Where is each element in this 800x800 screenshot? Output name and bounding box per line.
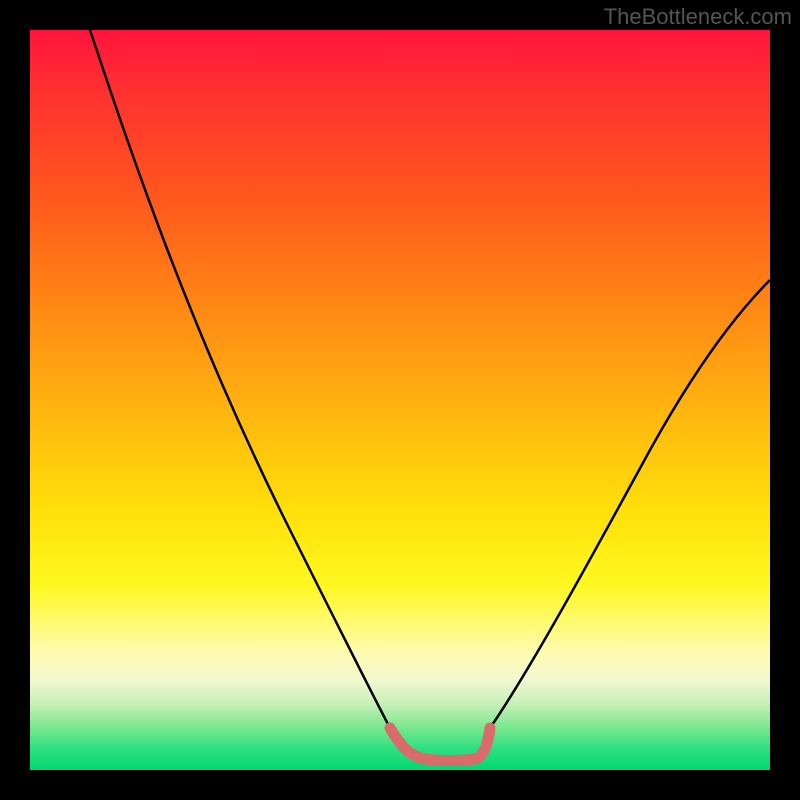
chart-plot-area [30,30,770,770]
watermark-text: TheBottleneck.com [604,4,792,30]
curve-svg [30,30,770,770]
left-curve [90,30,390,728]
right-curve [490,280,770,728]
chart-container: TheBottleneck.com [0,0,800,800]
optimal-zone-highlight [390,728,490,761]
